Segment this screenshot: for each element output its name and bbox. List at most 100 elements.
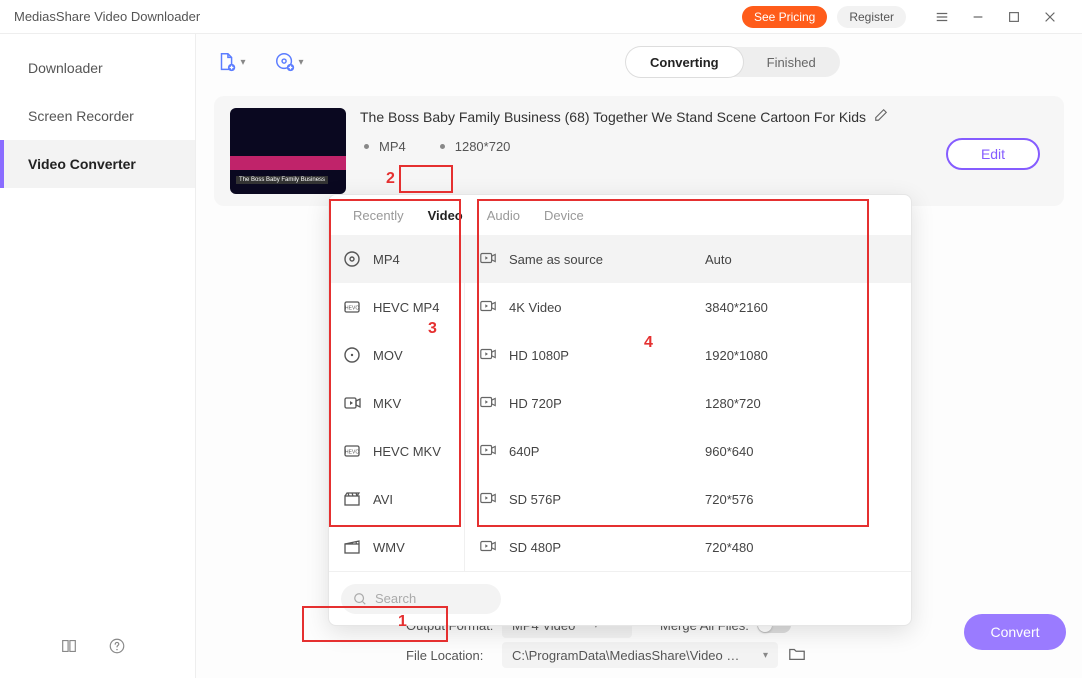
clapper-icon <box>341 488 363 510</box>
disc-icon <box>341 248 363 270</box>
video-item-card: The Boss Baby Family Business The Boss B… <box>214 96 1064 206</box>
resolution-value: Auto <box>705 252 732 267</box>
hevc-icon: HEVC <box>341 440 363 462</box>
resolution-name: Same as source <box>509 252 705 267</box>
resolution-list[interactable]: Same as source Auto 4K Video 3840*2160 H… <box>465 235 911 571</box>
format-label: AVI <box>373 492 393 507</box>
video-thumbnail[interactable]: The Boss Baby Family Business <box>230 108 346 194</box>
chevron-down-icon: ▾ <box>763 650 768 661</box>
play-icon <box>479 441 499 461</box>
register-button[interactable]: Register <box>837 6 906 28</box>
play-icon <box>479 393 499 413</box>
sidebar-item-video-converter[interactable]: Video Converter <box>0 140 195 188</box>
resolution-name: SD 576P <box>509 492 705 507</box>
resolution-value: 720*576 <box>705 492 753 507</box>
format-label: HEVC MP4 <box>373 300 439 315</box>
help-icon[interactable] <box>108 637 126 658</box>
resolution-item[interactable]: SD 576P 720*576 <box>465 475 911 523</box>
play-icon <box>479 537 499 557</box>
video-resolution: 1280*720 <box>455 139 511 154</box>
resolution-value: 720*480 <box>705 540 753 555</box>
minimize-icon[interactable] <box>960 0 996 34</box>
edit-button[interactable]: Edit <box>946 138 1040 170</box>
close-icon[interactable] <box>1032 0 1068 34</box>
video-icon <box>341 392 363 414</box>
format-item-hevc-mkv[interactable]: HEVC HEVC MKV <box>329 427 464 475</box>
play-icon <box>479 249 499 269</box>
open-folder-icon[interactable] <box>788 645 806 666</box>
play-icon <box>479 297 499 317</box>
format-list[interactable]: MP4 HEVC HEVC MP4 MOV MKV HEVC HEVC MKV <box>329 235 465 571</box>
search-input[interactable]: Search <box>341 584 501 614</box>
format-item-hevc-mp4[interactable]: HEVC HEVC MP4 <box>329 283 464 331</box>
resolution-name: 4K Video <box>509 300 705 315</box>
footer-icons <box>60 637 126 658</box>
resolution-value: 1920*1080 <box>705 348 768 363</box>
resolution-value: 960*640 <box>705 444 753 459</box>
format-item-mp4[interactable]: MP4 <box>329 235 464 283</box>
format-item-wmv[interactable]: WMV <box>329 523 464 571</box>
chevron-down-icon: ▾ <box>240 57 245 68</box>
resolution-name: HD 1080P <box>509 348 705 363</box>
video-title: The Boss Baby Family Business (68) Toget… <box>360 109 866 125</box>
file-location-label: File Location: <box>406 648 502 663</box>
format-label: MKV <box>373 396 401 411</box>
popup-tab-device[interactable]: Device <box>532 195 596 235</box>
sidebar-item-downloader[interactable]: Downloader <box>0 44 195 92</box>
sidebar-item-label: Screen Recorder <box>28 108 134 124</box>
file-location-value: C:\ProgramData\MediasShare\Video Downloa <box>512 648 745 663</box>
popup-tabs: Recently Video Audio Device <box>329 195 911 235</box>
resolution-item[interactable]: Same as source Auto <box>465 235 911 283</box>
format-label: MOV <box>373 348 403 363</box>
format-popup: Recently Video Audio Device MP4 HEVC HEV… <box>328 194 912 626</box>
resolution-name: HD 720P <box>509 396 705 411</box>
tab-finished[interactable]: Finished <box>743 47 840 77</box>
clapper-icon <box>341 536 363 558</box>
format-item-mkv[interactable]: MKV <box>329 379 464 427</box>
maximize-icon[interactable] <box>996 0 1032 34</box>
add-disc-icon[interactable]: ▾ <box>272 45 306 79</box>
convert-button[interactable]: Convert <box>964 614 1066 650</box>
add-file-icon[interactable]: ▾ <box>214 45 248 79</box>
resolution-name: SD 480P <box>509 540 705 555</box>
chevron-down-icon: ▾ <box>298 57 303 68</box>
popup-tab-audio[interactable]: Audio <box>475 195 532 235</box>
file-location-select[interactable]: C:\ProgramData\MediasShare\Video Downloa… <box>502 642 778 668</box>
format-item-avi[interactable]: AVI <box>329 475 464 523</box>
sidebar-item-screen-recorder[interactable]: Screen Recorder <box>0 92 195 140</box>
search-icon <box>353 592 367 606</box>
svg-text:HEVC: HEVC <box>345 306 359 312</box>
menu-icon[interactable] <box>924 0 960 34</box>
resolution-item[interactable]: HD 720P 1280*720 <box>465 379 911 427</box>
app-title: MediasShare Video Downloader <box>14 9 742 24</box>
format-label: WMV <box>373 540 405 555</box>
resolution-item[interactable]: 4K Video 3840*2160 <box>465 283 911 331</box>
svg-text:HEVC: HEVC <box>345 450 359 456</box>
sidebar: Downloader Screen Recorder Video Convert… <box>0 34 196 678</box>
format-label: MP4 <box>373 252 400 267</box>
format-label: HEVC MKV <box>373 444 441 459</box>
video-format: MP4 <box>379 139 406 154</box>
resolution-item[interactable]: HD 1080P 1920*1080 <box>465 331 911 379</box>
popup-tab-recently[interactable]: Recently <box>341 195 416 235</box>
disc-icon <box>341 344 363 366</box>
sidebar-item-label: Video Converter <box>28 156 136 172</box>
play-icon <box>479 345 499 365</box>
see-pricing-button[interactable]: See Pricing <box>742 6 827 28</box>
play-icon <box>479 489 499 509</box>
book-icon[interactable] <box>60 637 78 658</box>
resolution-name: 640P <box>509 444 705 459</box>
content-toolbar: ▾ ▾ Converting Finished <box>196 34 1082 90</box>
format-item-mov[interactable]: MOV <box>329 331 464 379</box>
status-tabs: Converting Finished <box>626 47 840 77</box>
search-placeholder: Search <box>375 591 416 606</box>
tab-converting[interactable]: Converting <box>626 47 743 77</box>
resolution-item[interactable]: SD 480P 720*480 <box>465 523 911 571</box>
resolution-item[interactable]: 640P 960*640 <box>465 427 911 475</box>
resolution-value: 1280*720 <box>705 396 761 411</box>
sidebar-item-label: Downloader <box>28 60 103 76</box>
titlebar: MediasShare Video Downloader See Pricing… <box>0 0 1082 34</box>
popup-tab-video[interactable]: Video <box>416 195 475 235</box>
popup-search-row: Search <box>329 571 911 625</box>
edit-title-icon[interactable] <box>874 108 888 125</box>
